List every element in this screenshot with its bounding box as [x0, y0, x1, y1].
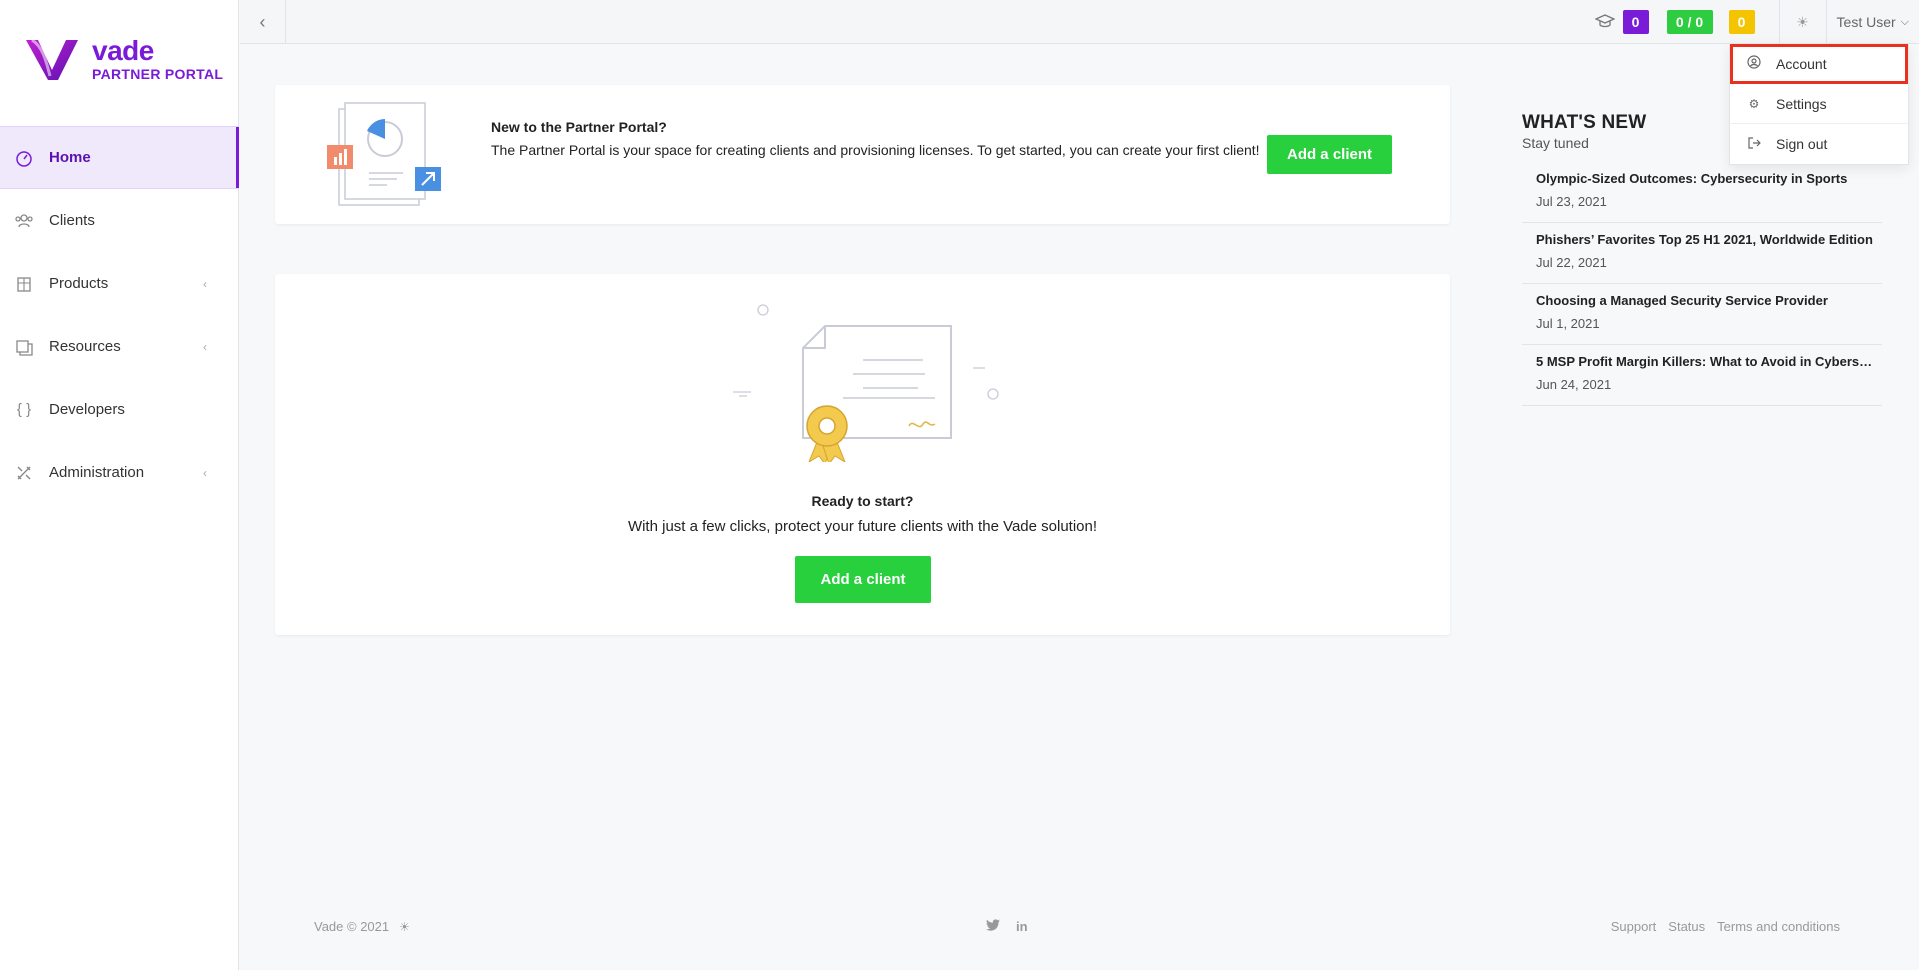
vade-logo[interactable]: vade PARTNER PORTAL	[24, 36, 223, 82]
chevron-down-icon: ⌵	[1900, 15, 1909, 28]
list-item: Phishers’ Favorites Top 25 H1 2021, Worl…	[1522, 223, 1882, 284]
sidebar-item-home[interactable]: Home	[0, 126, 239, 189]
graduation-cap-icon	[1593, 13, 1616, 31]
list-item: 5 MSP Profit Margin Killers: What to Avo…	[1522, 345, 1882, 406]
add-client-button[interactable]: Add a client	[1267, 135, 1392, 174]
menu-item-account[interactable]: Account	[1730, 44, 1908, 84]
users-icon	[14, 211, 34, 231]
whats-new-title: WHAT'S NEW	[1522, 112, 1647, 133]
sidebar-item-label: Products	[49, 275, 109, 292]
empty-state-card: Ready to start? With just a few clicks, …	[275, 274, 1450, 635]
sidebar-item-clients[interactable]: Clients	[0, 189, 239, 252]
gauge-icon	[14, 148, 34, 168]
chevron-left-icon: ‹	[203, 465, 207, 480]
sidebar-item-label: Resources	[49, 338, 121, 355]
news-date: Jul 22, 2021	[1536, 255, 1607, 270]
sidebar-item-administration[interactable]: Administration ‹	[0, 441, 239, 504]
twitter-icon[interactable]	[986, 919, 1000, 934]
brand-subtitle: PARTNER PORTAL	[92, 66, 224, 82]
news-date: Jul 23, 2021	[1536, 194, 1607, 209]
sidebar-item-label: Administration	[49, 464, 145, 481]
whats-new-subtitle: Stay tuned	[1522, 135, 1589, 151]
gear-icon: ⚙	[1748, 96, 1760, 111]
sun-icon[interactable]: ☀	[399, 920, 410, 934]
news-date: Jun 24, 2021	[1536, 377, 1612, 392]
terms-link[interactable]: Terms and conditions	[1717, 919, 1840, 934]
empty-state-description: With just a few clicks, protect your fut…	[627, 518, 1098, 535]
welcome-card: New to the Partner Portal? The Partner P…	[275, 85, 1450, 224]
news-article-link[interactable]: Choosing a Managed Security Service Prov…	[1536, 293, 1876, 308]
whats-new-panel: WHAT'S NEW Stay tuned Olympic-Sized Outc…	[1522, 112, 1882, 406]
sidebar-item-label: Clients	[49, 212, 95, 229]
menu-item-label: Settings	[1776, 95, 1827, 112]
footer: Vade © 2021 ☀ in Support Status Terms an…	[314, 919, 1840, 939]
sidebar: vade PARTNER PORTAL Home Clients Product…	[0, 0, 239, 970]
braces-icon: { }	[16, 401, 32, 418]
list-item: Choosing a Managed Security Service Prov…	[1522, 284, 1882, 345]
chevron-left-icon: ‹	[259, 11, 266, 32]
licenses-badge[interactable]: 0 / 0	[1666, 10, 1713, 34]
sidebar-item-label: Developers	[49, 401, 125, 418]
user-name: Test User	[1836, 14, 1896, 30]
sun-icon: ☀	[1796, 13, 1809, 30]
book-icon	[14, 337, 34, 357]
news-article-link[interactable]: Olympic-Sized Outcomes: Cybersecurity in…	[1536, 171, 1876, 186]
list-item: Olympic-Sized Outcomes: Cybersecurity in…	[1522, 171, 1882, 223]
welcome-description: The Partner Portal is your space for cre…	[491, 142, 1260, 158]
news-date: Jul 1, 2021	[1536, 316, 1600, 331]
add-client-button[interactable]: Add a client	[795, 556, 931, 603]
theme-toggle-button[interactable]: ☀	[1780, 0, 1826, 44]
sidebar-item-developers[interactable]: { } Developers	[0, 378, 239, 441]
report-illustration-icon	[327, 102, 441, 206]
user-circle-icon	[1746, 55, 1762, 72]
news-article-link[interactable]: Phishers’ Favorites Top 25 H1 2021, Worl…	[1536, 232, 1876, 247]
top-bar: ‹ 0 0 / 0 0 ☀ Test User ⌵	[240, 0, 1919, 44]
news-article-link[interactable]: 5 MSP Profit Margin Killers: What to Avo…	[1536, 354, 1876, 369]
chevron-left-icon: ‹	[203, 339, 207, 354]
collapse-sidebar-button[interactable]: ‹	[240, 0, 286, 44]
box-icon	[14, 274, 34, 294]
sidebar-item-label: Home	[49, 149, 91, 166]
user-menu-button[interactable]: Test User ⌵	[1827, 0, 1919, 44]
copyright-text: Vade © 2021	[314, 919, 390, 934]
certificate-illustration-icon	[733, 304, 999, 462]
support-link[interactable]: Support	[1611, 919, 1657, 934]
alerts-badge[interactable]: 0	[1728, 10, 1755, 34]
menu-item-label: Account	[1776, 55, 1827, 72]
status-link[interactable]: Status	[1668, 919, 1705, 934]
sidebar-item-resources[interactable]: Resources ‹	[0, 315, 239, 378]
news-list: Olympic-Sized Outcomes: Cybersecurity in…	[1522, 171, 1882, 406]
sidebar-nav: Home Clients Products ‹ Resources ‹ { } …	[0, 126, 239, 504]
brand-name: vade	[92, 35, 154, 66]
tools-icon	[14, 463, 34, 483]
sidebar-item-products[interactable]: Products ‹	[0, 252, 239, 315]
welcome-title: New to the Partner Portal?	[491, 119, 667, 135]
chevron-left-icon: ‹	[203, 276, 207, 291]
empty-state-title: Ready to start?	[811, 493, 914, 509]
vade-logo-mark-icon	[26, 38, 78, 80]
training-badge[interactable]: 0	[1622, 10, 1649, 34]
linkedin-icon[interactable]: in	[1016, 919, 1028, 934]
